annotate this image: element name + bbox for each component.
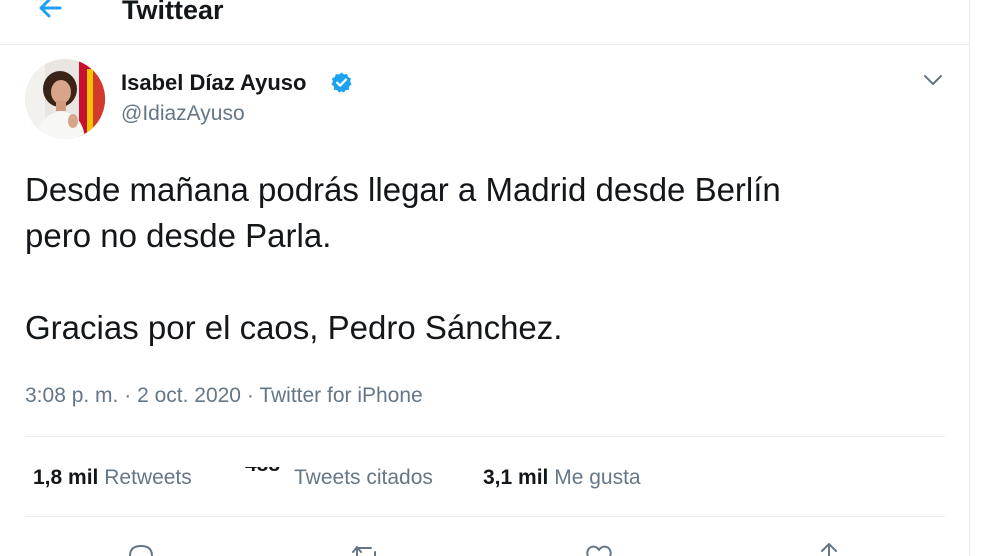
quotes-count-value: 488 bbox=[245, 467, 280, 475]
tweet-detail-page: Twittear Isabel Díaz Ayuso @IdiazAyuso D… bbox=[0, 0, 990, 556]
quotes-count[interactable]: 488 bbox=[245, 467, 280, 491]
chevron-down-icon[interactable] bbox=[921, 68, 945, 92]
likes-count: 3,1 mil bbox=[483, 466, 549, 489]
tweet-time[interactable]: 3:08 p. m. bbox=[25, 384, 118, 407]
divider bbox=[25, 516, 945, 517]
meta-separator: · bbox=[246, 384, 254, 407]
share-icon[interactable] bbox=[812, 540, 846, 556]
avatar[interactable] bbox=[25, 59, 105, 139]
verified-badge-icon bbox=[330, 71, 353, 94]
retweets-stat[interactable]: 1,8 mil Retweets bbox=[33, 463, 192, 493]
author-name[interactable]: Isabel Díaz Ayuso bbox=[121, 70, 306, 96]
tweet-text: Desde mañana podrás llegar a Madrid desd… bbox=[25, 167, 955, 351]
page-header: Twittear bbox=[0, 0, 969, 45]
tweet-source[interactable]: Twitter for iPhone bbox=[259, 384, 422, 407]
divider bbox=[25, 436, 945, 437]
likes-stat[interactable]: 3,1 mil Me gusta bbox=[483, 463, 641, 493]
quotes-stat[interactable]: Tweets citados bbox=[294, 463, 433, 493]
tweet-text-line: Gracias por el caos, Pedro Sánchez. bbox=[25, 309, 563, 346]
retweets-count: 1,8 mil bbox=[33, 466, 99, 489]
retweet-icon[interactable] bbox=[349, 540, 383, 556]
tweet-text-line: pero no desde Parla. bbox=[25, 217, 332, 254]
page-title: Twittear bbox=[122, 0, 224, 25]
retweets-label: Retweets bbox=[104, 466, 192, 489]
column-border bbox=[969, 0, 970, 556]
tweet-meta: 3:08 p. m. · 2 oct. 2020 · Twitter for i… bbox=[25, 382, 423, 410]
likes-label: Me gusta bbox=[554, 466, 641, 489]
heart-icon[interactable] bbox=[582, 540, 616, 556]
tweet-date[interactable]: 2 oct. 2020 bbox=[137, 384, 241, 407]
author-handle[interactable]: @IdiazAyuso bbox=[121, 101, 245, 127]
comment-icon[interactable] bbox=[124, 540, 158, 556]
quotes-label: Tweets citados bbox=[294, 466, 433, 489]
arrow-left-icon[interactable] bbox=[30, 0, 74, 30]
tweet-text-line: Desde mañana podrás llegar a Madrid desd… bbox=[25, 171, 781, 208]
